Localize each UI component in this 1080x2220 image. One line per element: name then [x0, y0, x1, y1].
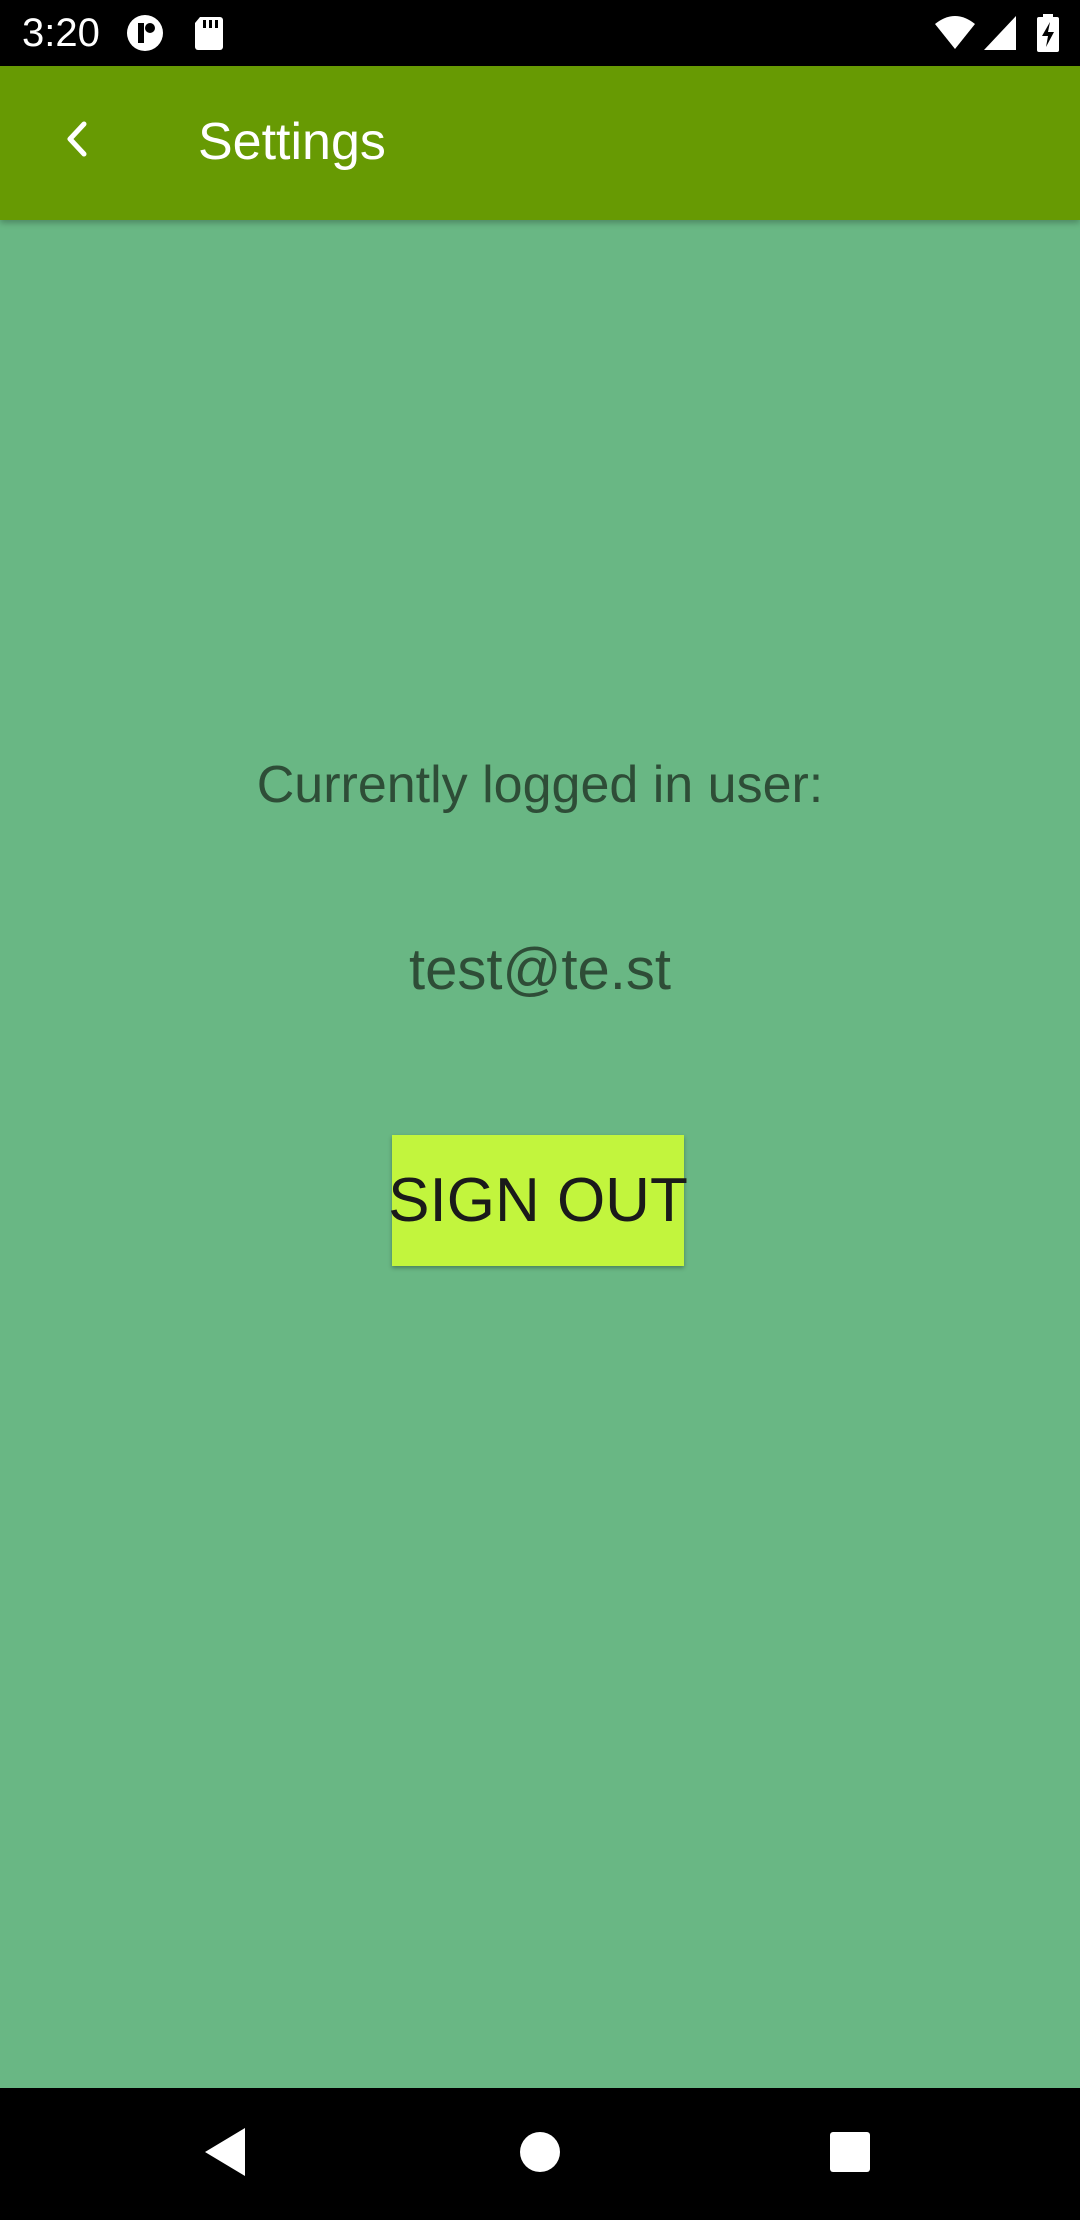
sd-card-icon [190, 14, 228, 52]
recents-square-icon [828, 2130, 872, 2179]
nav-back-button[interactable] [186, 2114, 266, 2194]
nav-home-button[interactable] [500, 2114, 580, 2194]
page-title: Settings [198, 113, 386, 171]
cell-signal-icon [982, 14, 1020, 52]
app-bar: Settings [0, 66, 1080, 220]
chevron-left-icon [62, 119, 92, 164]
notification-app-icon [126, 14, 164, 52]
back-triangle-icon [201, 2125, 251, 2184]
wifi-icon [934, 14, 976, 52]
logged-in-label: Currently logged in user: [256, 756, 824, 814]
home-circle-icon [518, 2130, 562, 2179]
status-time: 3:20 [22, 11, 100, 55]
status-bar: 3:20 [0, 0, 1080, 66]
battery-charging-icon [1036, 14, 1060, 52]
nav-recents-button[interactable] [810, 2114, 890, 2194]
settings-screen: 3:20 Settings Currently logged in user: … [0, 0, 1080, 2220]
system-nav-bar [0, 2088, 1080, 2220]
user-email: test@te.st [409, 937, 671, 1002]
back-button[interactable] [42, 101, 112, 181]
sign-out-button[interactable]: SIGN OUT [388, 1135, 688, 1266]
